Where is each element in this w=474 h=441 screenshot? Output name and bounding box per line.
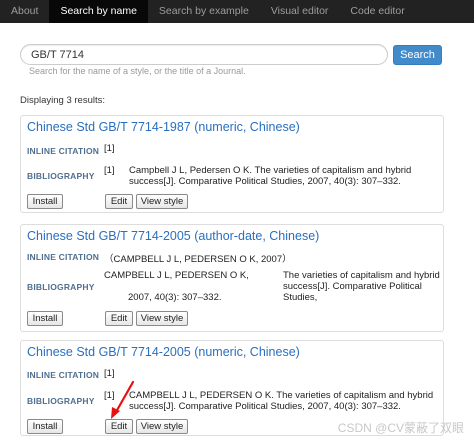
inline-citation-text: [1]: [104, 143, 115, 154]
view-style-button[interactable]: View style: [136, 311, 188, 326]
edit-button[interactable]: Edit: [105, 419, 133, 434]
search-button[interactable]: Search: [393, 44, 442, 65]
search-input[interactable]: [20, 44, 388, 65]
bibliography-line: The varieties of capitalism and hybrid: [283, 270, 440, 281]
bibliography-label: BIBLIOGRAPHY: [27, 396, 95, 406]
style-title-link[interactable]: Chinese Std GB/T 7714-2005 (author-date,…: [27, 229, 319, 243]
bibliography-line: CAMPBELL J L, PEDERSEN O K. The varietie…: [129, 390, 434, 401]
style-title-link[interactable]: Chinese Std GB/T 7714-1987 (numeric, Chi…: [27, 120, 300, 134]
inline-citation-label: INLINE CITATION: [27, 252, 100, 262]
inline-citation-text: （CAMPBELL J L, PEDERSEN O K, 2007）: [104, 254, 292, 265]
tab-search-by-name[interactable]: Search by name: [49, 0, 148, 23]
results-count: Displaying 3 results:: [20, 95, 106, 106]
bibliography-line: 2007, 40(3): 307–332.: [128, 292, 222, 303]
edit-button[interactable]: Edit: [105, 194, 133, 209]
bibliography-line: CAMPBELL J L, PEDERSEN O K,: [104, 270, 249, 281]
bibliography-label: BIBLIOGRAPHY: [27, 171, 95, 181]
watermark-text: CSDN @CV蒙蔽了双眼: [337, 421, 464, 435]
install-button[interactable]: Install: [27, 194, 63, 209]
install-button[interactable]: Install: [27, 311, 63, 326]
result-card: Chinese Std GB/T 7714-2005 (author-date,…: [20, 224, 444, 332]
bibliography-line: success[J]. Comparative Political Studie…: [129, 176, 401, 187]
search-help-text: Search for the name of a style, or the t…: [29, 66, 246, 76]
tab-visual-editor[interactable]: Visual editor: [260, 0, 340, 23]
search-bar: Search: [20, 44, 442, 65]
bibliography-line: success[J]. Comparative Political Studie…: [283, 281, 422, 303]
bibliography-number: [1]: [104, 165, 115, 176]
bibliography-label: BIBLIOGRAPHY: [27, 282, 95, 292]
bibliography-line: success[J]. Comparative Political Studie…: [129, 401, 401, 412]
inline-citation-label: INLINE CITATION: [27, 146, 100, 156]
result-card: Chinese Std GB/T 7714-1987 (numeric, Chi…: [20, 115, 444, 213]
inline-citation-text: [1]: [104, 368, 115, 379]
top-navbar: About Search by name Search by example V…: [0, 0, 474, 23]
annotation-arrow-icon: [111, 380, 135, 419]
tab-about[interactable]: About: [0, 0, 49, 23]
inline-citation-label: INLINE CITATION: [27, 370, 100, 380]
tab-code-editor[interactable]: Code editor: [339, 0, 415, 23]
bibliography-line: Campbell J L, Pedersen O K. The varietie…: [129, 165, 412, 176]
tab-search-by-example[interactable]: Search by example: [148, 0, 260, 23]
style-title-link[interactable]: Chinese Std GB/T 7714-2005 (numeric, Chi…: [27, 345, 300, 359]
edit-button[interactable]: Edit: [105, 311, 133, 326]
view-style-button[interactable]: View style: [136, 419, 188, 434]
install-button[interactable]: Install: [27, 419, 63, 434]
view-style-button[interactable]: View style: [136, 194, 188, 209]
